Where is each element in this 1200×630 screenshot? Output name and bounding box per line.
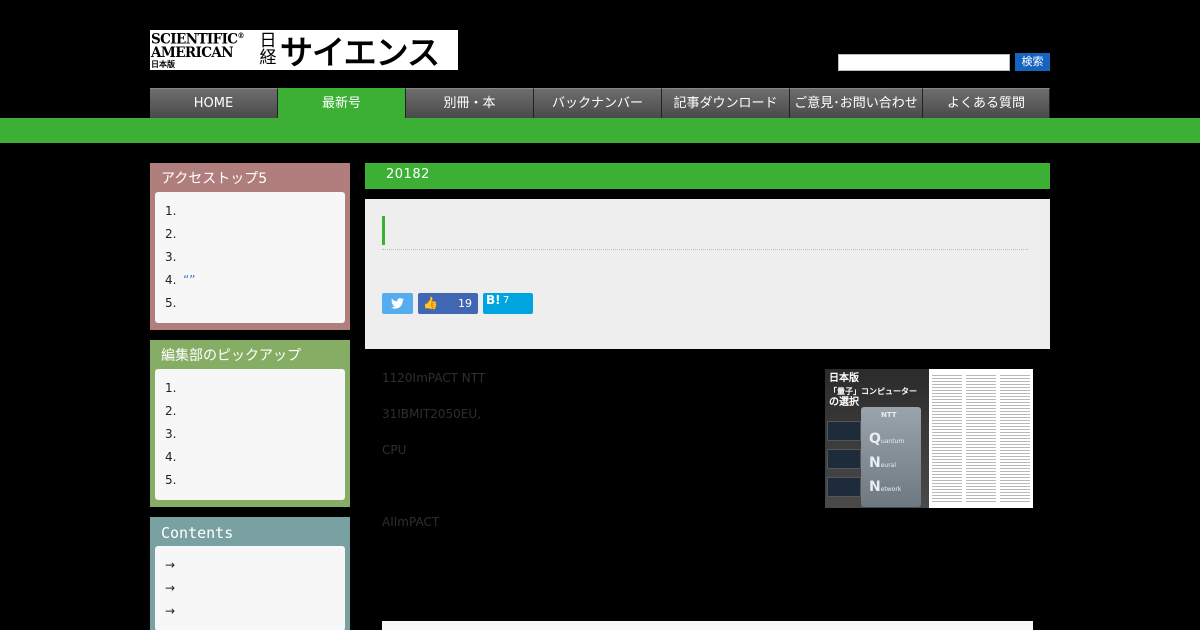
device-label: Neural xyxy=(869,455,896,471)
item-number: 3. xyxy=(165,250,177,264)
nav-home[interactable]: HOME xyxy=(150,88,278,118)
list-item[interactable]: 2. xyxy=(165,223,335,246)
contents-box: Contents → → → xyxy=(150,517,350,630)
arrow-right-icon: → xyxy=(165,581,176,595)
nav-contact[interactable]: ご意見･お問い合わせ xyxy=(790,88,923,118)
thumbs-up-icon: 👍 xyxy=(423,296,438,310)
list-item[interactable]: 4. “” xyxy=(165,269,335,292)
magazine-title: 日本版 「量子」コンピューター の選択 xyxy=(829,373,917,409)
device-label: Quantum xyxy=(869,431,904,447)
item-link[interactable]: “” xyxy=(183,273,195,287)
main-nav: HOME 最新号 別冊・本 バックナンバー 記事ダウンロード ご意見･お問い合わ… xyxy=(150,88,1050,118)
text-column xyxy=(932,373,962,503)
nav-faq[interactable]: よくある質問 xyxy=(923,88,1050,118)
contents-list-wrap: → → → xyxy=(155,546,345,630)
list-item[interactable]: 2. xyxy=(165,400,335,423)
logo-english: SCIENTIFIC® AMERICAN 日本版 xyxy=(150,32,254,69)
access-top5-title: アクセストップ5 xyxy=(161,171,268,187)
device-badge: NTT xyxy=(881,411,897,419)
item-number: 1. xyxy=(165,204,177,218)
item-number: 2. xyxy=(165,404,177,418)
list-item[interactable]: 5. xyxy=(165,469,335,492)
title-divider xyxy=(382,249,1028,250)
text-column xyxy=(1000,373,1030,503)
magazine-title-line: 「量子」コンピューター xyxy=(829,386,917,396)
arrow-right-icon: → xyxy=(165,558,176,572)
article-paragraph: CPU xyxy=(382,443,407,457)
list-item[interactable]: 1. xyxy=(165,377,335,400)
facebook-count: 19 xyxy=(458,297,472,310)
list-item[interactable]: → xyxy=(165,554,335,577)
logo-science: サイエンス xyxy=(280,33,440,70)
magazine-page-right xyxy=(929,369,1033,508)
list-item[interactable]: 3. xyxy=(165,423,335,446)
hatena-bookmark-button[interactable]: B! 7 xyxy=(483,293,533,314)
article-paragraph: 31IBMIT2050EU, xyxy=(382,407,481,421)
site-logo[interactable]: SCIENTIFIC® AMERICAN 日本版 日経 サイエンス xyxy=(150,30,458,70)
photo-thumbnail xyxy=(827,421,861,441)
nav-latest-issue[interactable]: 最新号 xyxy=(278,88,406,118)
contents-list: → → → xyxy=(165,554,335,623)
list-item[interactable]: → xyxy=(165,577,335,600)
list-item[interactable]: → xyxy=(165,600,335,623)
photo-thumbnail xyxy=(827,449,861,469)
editors-pickup-list-wrap: 1. 2. 3. 4. 5. xyxy=(155,369,345,500)
item-number: 1. xyxy=(165,381,177,395)
item-number: 3. xyxy=(165,427,177,441)
text-column xyxy=(966,373,996,503)
logo-reg: ® xyxy=(237,30,244,40)
search-input[interactable] xyxy=(838,54,1010,71)
search-button[interactable]: 検索 xyxy=(1015,53,1050,71)
photo-thumbnail xyxy=(827,477,861,497)
nav-underline-band xyxy=(0,118,1200,143)
device-word: uantum xyxy=(880,438,905,445)
editors-pickup-title: 編集部のピックアップ xyxy=(161,348,301,364)
list-item[interactable]: 4. xyxy=(165,446,335,469)
item-number: 4. xyxy=(165,273,177,287)
logo-nikkei: 日経 xyxy=(259,31,277,68)
nav-article-download[interactable]: 記事ダウンロード xyxy=(662,88,790,118)
twitter-share-button[interactable] xyxy=(382,293,413,314)
nav-back-numbers[interactable]: バックナンバー xyxy=(534,88,662,118)
list-item[interactable]: 3. xyxy=(165,246,335,269)
access-top5-list-wrap: 1. 2. 3. 4. “” 5. xyxy=(155,192,345,323)
article-image[interactable]: 日本版 「量子」コンピューター の選択 NTT Quantum Neural N… xyxy=(825,369,1033,508)
editors-pickup-box: 編集部のピックアップ 1. 2. 3. 4. 5. xyxy=(150,340,350,507)
issue-header: 20182 xyxy=(365,163,1050,189)
item-number: 5. xyxy=(165,473,177,487)
arrow-right-icon: → xyxy=(165,604,176,618)
page: SCIENTIFIC® AMERICAN 日本版 日経 サイエンス 検索 HOM… xyxy=(0,0,1200,630)
twitter-icon xyxy=(391,298,404,309)
hatena-count: 7 xyxy=(503,295,510,306)
hatena-icon: B! xyxy=(486,293,501,307)
access-top5-box: アクセストップ5 1. 2. 3. 4. “” 5. xyxy=(150,163,350,330)
logo-line2: AMERICAN xyxy=(151,44,234,61)
quantum-device-photo: NTT Quantum Neural Network xyxy=(861,407,921,507)
device-label: Network xyxy=(869,479,901,495)
title-accent-bar xyxy=(382,216,385,245)
list-item[interactable]: 5. xyxy=(165,292,335,315)
article-title-box: 👍 19 B! 7 xyxy=(365,199,1050,349)
item-number: 4. xyxy=(165,450,177,464)
article-paragraph: 1120ImPACT NTT xyxy=(382,371,486,385)
device-letter: Q xyxy=(869,431,881,447)
logo-line3: 日本版 xyxy=(151,59,175,70)
next-section-box xyxy=(382,621,1033,630)
device-letter: N xyxy=(869,479,881,495)
access-top5-list: 1. 2. 3. 4. “” 5. xyxy=(165,200,335,315)
item-number: 5. xyxy=(165,296,177,310)
facebook-like-button[interactable]: 👍 19 xyxy=(418,293,478,314)
nav-books[interactable]: 別冊・本 xyxy=(406,88,534,118)
magazine-title-line: 日本版 xyxy=(829,373,859,384)
device-word: etwork xyxy=(880,486,902,493)
list-item[interactable]: 1. xyxy=(165,200,335,223)
article-paragraph: AIImPACT xyxy=(382,515,440,529)
contents-title: Contents xyxy=(161,524,234,542)
device-letter: N xyxy=(869,455,881,471)
item-number: 2. xyxy=(165,227,177,241)
magazine-page-left: 日本版 「量子」コンピューター の選択 NTT Quantum Neural N… xyxy=(825,369,929,508)
editors-pickup-list: 1. 2. 3. 4. 5. xyxy=(165,377,335,492)
device-word: eural xyxy=(880,462,897,469)
